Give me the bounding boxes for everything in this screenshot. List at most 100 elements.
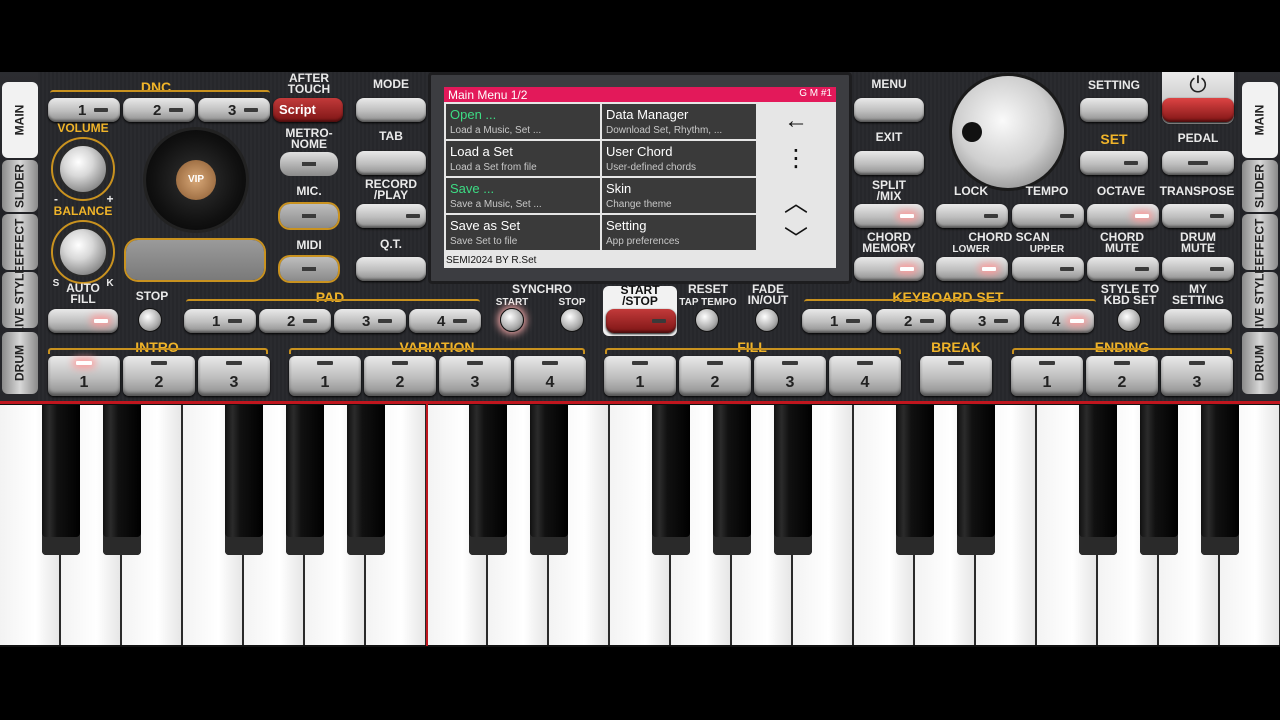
mic-button[interactable] [280, 204, 338, 228]
script-button[interactable]: Script [273, 98, 343, 122]
break-button[interactable] [920, 356, 992, 396]
chord-mute-button[interactable] [1087, 257, 1159, 281]
menu-item-open[interactable]: Open ... Load a Music, Set ... [446, 104, 600, 139]
side-tab-slider-right[interactable]: SLIDER [1242, 160, 1278, 212]
pad-button-3[interactable]: 3 [334, 309, 406, 333]
fade-knob[interactable] [755, 308, 779, 332]
lock-button[interactable] [936, 204, 1008, 228]
variation-button-4[interactable]: 4 [514, 356, 586, 396]
back-arrow-icon[interactable]: ← [766, 107, 826, 135]
pad-stop-knob[interactable] [138, 308, 162, 332]
ending-button-2[interactable]: 2 [1086, 356, 1158, 396]
style-to-kbd-knob[interactable] [1117, 308, 1141, 332]
side-tab-live-style-right[interactable]: LIVE STYLE [1242, 266, 1278, 334]
side-tab-main-right[interactable]: MAIN [1242, 82, 1278, 158]
black-key[interactable] [1140, 405, 1178, 555]
tempo-button[interactable] [1012, 204, 1084, 228]
reset-knob[interactable] [695, 308, 719, 332]
more-vertical-icon[interactable]: ⋮ [766, 144, 826, 173]
black-key[interactable] [774, 405, 812, 555]
chevron-up-icon[interactable]: ︿ [766, 183, 826, 218]
split-mix-button[interactable] [854, 204, 924, 228]
menu-item-save[interactable]: Save ... Save a Music, Set ... [446, 178, 600, 213]
black-key[interactable] [1201, 405, 1239, 555]
fill-button-1[interactable]: 1 [604, 356, 676, 396]
set-button[interactable] [1080, 151, 1148, 175]
keyboard-set-button-3[interactable]: 3 [950, 309, 1020, 333]
pad-button-4[interactable]: 4 [409, 309, 481, 333]
side-tab-live-style-left[interactable]: LIVE STYLE [2, 266, 38, 334]
exit-button[interactable] [854, 151, 924, 175]
intro-button-3[interactable]: 3 [198, 356, 270, 396]
chord-scan-lower-button[interactable] [936, 257, 1008, 281]
dnc-button-3[interactable]: 3 [198, 98, 270, 122]
menu-item-setting[interactable]: Setting App preferences [602, 215, 756, 250]
keyboard-set-button-1[interactable]: 1 [802, 309, 872, 333]
black-key[interactable] [896, 405, 934, 555]
mode-button[interactable] [356, 98, 426, 122]
intro-button-1[interactable]: 1 [48, 356, 120, 396]
variation-button-3[interactable]: 3 [439, 356, 511, 396]
black-key[interactable] [713, 405, 751, 555]
auto-fill-button[interactable] [48, 309, 118, 333]
volume-knob[interactable] [58, 144, 108, 194]
ending-button-3[interactable]: 3 [1161, 356, 1233, 396]
variation-button-1[interactable]: 1 [289, 356, 361, 396]
menu-item-user-chord[interactable]: User Chord User-defined chords [602, 141, 756, 176]
black-key[interactable] [469, 405, 507, 555]
power-button[interactable] [1162, 98, 1234, 122]
black-key[interactable] [957, 405, 995, 555]
black-key[interactable] [286, 405, 324, 555]
menu-item-data-manager[interactable]: Data Manager Download Set, Rhythm, ... [602, 104, 756, 139]
tab-button[interactable] [356, 151, 426, 175]
side-tab-drum-left[interactable]: DRUM [2, 332, 38, 394]
button-number: 1 [635, 374, 645, 391]
setting-button[interactable] [1080, 98, 1148, 122]
dnc-button-2[interactable]: 2 [123, 98, 195, 122]
variation-button-2[interactable]: 2 [364, 356, 436, 396]
side-tab-effect-right[interactable]: EFFECT [1242, 214, 1278, 270]
ending-button-1[interactable]: 1 [1011, 356, 1083, 396]
side-tab-drum-right[interactable]: DRUM [1242, 332, 1278, 394]
record-play-button[interactable] [356, 204, 426, 228]
qt-button[interactable] [356, 257, 426, 281]
black-key[interactable] [1079, 405, 1117, 555]
fill-button-4[interactable]: 4 [829, 356, 901, 396]
pedal-button[interactable] [1162, 151, 1234, 175]
black-key[interactable] [103, 405, 141, 555]
side-tab-slider-left[interactable]: SLIDER [2, 160, 38, 212]
pad-button-1[interactable]: 1 [184, 309, 256, 333]
balance-knob[interactable] [58, 227, 108, 277]
display-pad[interactable] [126, 240, 264, 280]
synchro-start-knob[interactable] [500, 308, 524, 332]
intro-button-2[interactable]: 2 [123, 356, 195, 396]
side-tab-effect-left[interactable]: EFFECT [2, 214, 38, 270]
chord-scan-upper-button[interactable] [1012, 257, 1084, 281]
black-key[interactable] [652, 405, 690, 555]
midi-button[interactable] [280, 257, 338, 281]
transpose-button[interactable] [1162, 204, 1234, 228]
chord-memory-button[interactable] [854, 257, 924, 281]
menu-item-skin[interactable]: Skin Change theme [602, 178, 756, 213]
side-tab-main-left[interactable]: MAIN [2, 82, 38, 158]
menu-button[interactable] [854, 98, 924, 122]
keyboard-set-button-4[interactable]: 4 [1024, 309, 1094, 333]
drum-mute-button[interactable] [1162, 257, 1234, 281]
fill-button-2[interactable]: 2 [679, 356, 751, 396]
keyboard-set-button-2[interactable]: 2 [876, 309, 946, 333]
black-key[interactable] [347, 405, 385, 555]
black-key[interactable] [530, 405, 568, 555]
octave-button[interactable] [1087, 204, 1159, 228]
chevron-down-icon[interactable]: ﹀ [766, 219, 826, 254]
my-setting-button[interactable] [1164, 309, 1232, 333]
menu-item-load-set[interactable]: Load a Set Load a Set from file [446, 141, 600, 176]
start-stop-button[interactable] [606, 309, 676, 333]
metronome-button[interactable] [280, 152, 338, 176]
black-key[interactable] [42, 405, 80, 555]
dnc-button-1[interactable]: 1 [48, 98, 120, 122]
pad-button-2[interactable]: 2 [259, 309, 331, 333]
menu-item-save-as-set[interactable]: Save as Set Save Set to file [446, 215, 600, 250]
synchro-stop-knob[interactable] [560, 308, 584, 332]
fill-button-3[interactable]: 3 [754, 356, 826, 396]
black-key[interactable] [225, 405, 263, 555]
